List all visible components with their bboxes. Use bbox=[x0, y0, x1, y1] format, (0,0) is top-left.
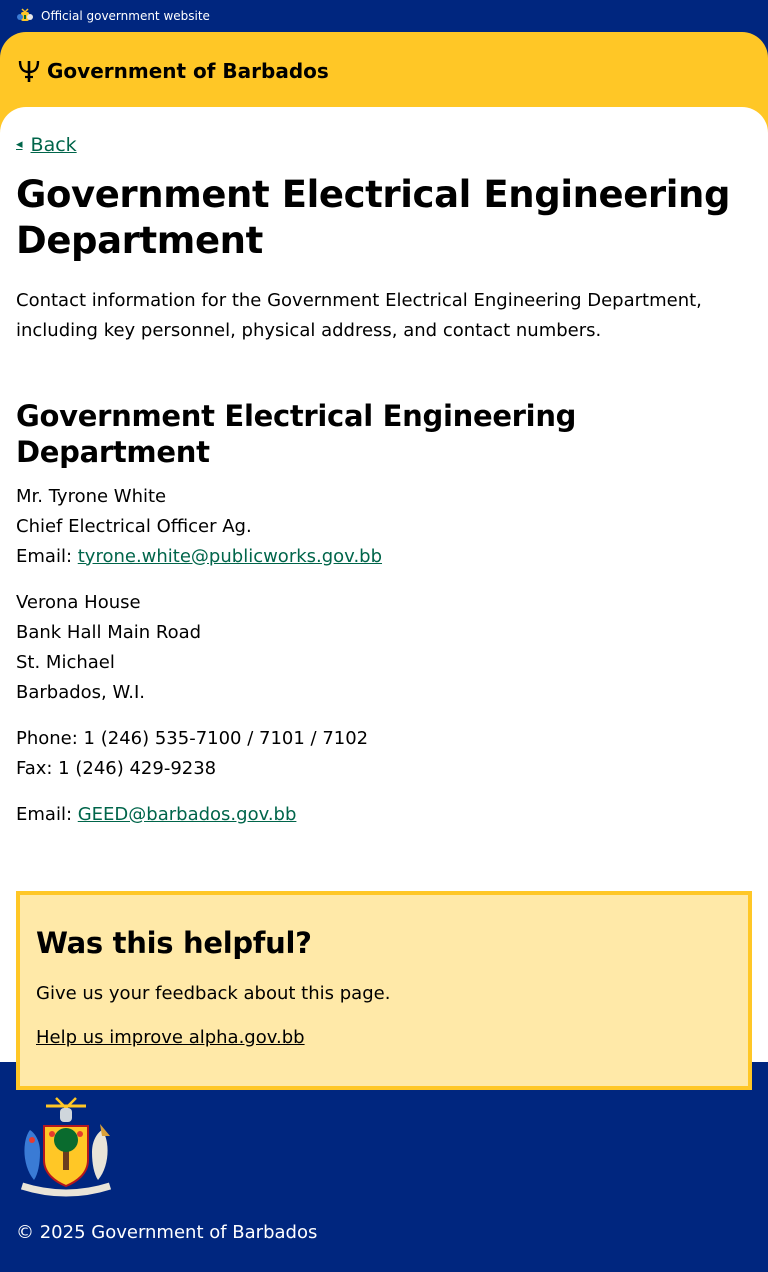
contact-email-label: Email: bbox=[16, 545, 78, 567]
contact-email-link[interactable]: tyrone.white@publicworks.gov.bb bbox=[78, 546, 382, 567]
official-website-label: Official government website bbox=[41, 9, 210, 23]
address-block: Verona House Bank Hall Main Road St. Mic… bbox=[16, 588, 752, 708]
contact-role: Chief Electrical Officer Ag. bbox=[16, 515, 252, 537]
phone-block: Phone: 1 (246) 535-7100 / 7101 / 7102 Fa… bbox=[16, 724, 752, 784]
footer-copyright: © 2025 Government of Barbados bbox=[16, 1222, 318, 1243]
feedback-panel: Was this helpful? Give us your feedback … bbox=[16, 890, 752, 1090]
trident-icon bbox=[18, 60, 40, 82]
fax-number: Fax: 1 (246) 429-9238 bbox=[16, 757, 217, 779]
section-title: Government Electrical Engineering Depart… bbox=[16, 398, 577, 469]
general-email-row: Email: GEED@barbados.gov.bb bbox=[16, 800, 752, 830]
back-link-label: Back bbox=[30, 133, 77, 156]
site-brand-name: Government of Barbados bbox=[47, 59, 329, 83]
feedback-title: Was this helpful? bbox=[36, 925, 312, 960]
contact-person: Mr. Tyrone White Chief Electrical Office… bbox=[16, 482, 752, 572]
coat-of-arms-small-icon bbox=[17, 8, 33, 21]
feedback-link[interactable]: Help us improve alpha.gov.bb bbox=[36, 1027, 305, 1048]
address-line: Barbados, W.I. bbox=[16, 681, 145, 703]
home-link[interactable]: Government of Barbados bbox=[16, 58, 752, 84]
official-site-banner: Official government website bbox=[0, 0, 768, 32]
address-line: St. Michael bbox=[16, 651, 115, 673]
page-lead: Contact information for the Government E… bbox=[16, 289, 702, 341]
barbados-coat-of-arms-icon bbox=[20, 1097, 112, 1197]
contact-name: Mr. Tyrone White bbox=[16, 485, 167, 507]
contact-email-row: Email: tyrone.white@publicworks.gov.bb bbox=[16, 542, 752, 572]
feedback-text: Give us your feedback about this page. bbox=[36, 982, 391, 1004]
phone-number: Phone: 1 (246) 535-7100 / 7101 / 7102 bbox=[16, 727, 369, 749]
arrow-left-icon: ◂ bbox=[16, 137, 23, 152]
address-line: Bank Hall Main Road bbox=[16, 621, 202, 643]
general-email-link[interactable]: GEED@barbados.gov.bb bbox=[78, 804, 297, 825]
main-content: ◂ Back Government Electrical Engineering… bbox=[0, 107, 768, 1090]
back-link[interactable]: ◂ Back bbox=[16, 134, 77, 156]
general-email-label: Email: bbox=[16, 803, 78, 825]
address-line: Verona House bbox=[16, 591, 141, 613]
page-title: Government Electrical Engineering Depart… bbox=[16, 172, 731, 262]
